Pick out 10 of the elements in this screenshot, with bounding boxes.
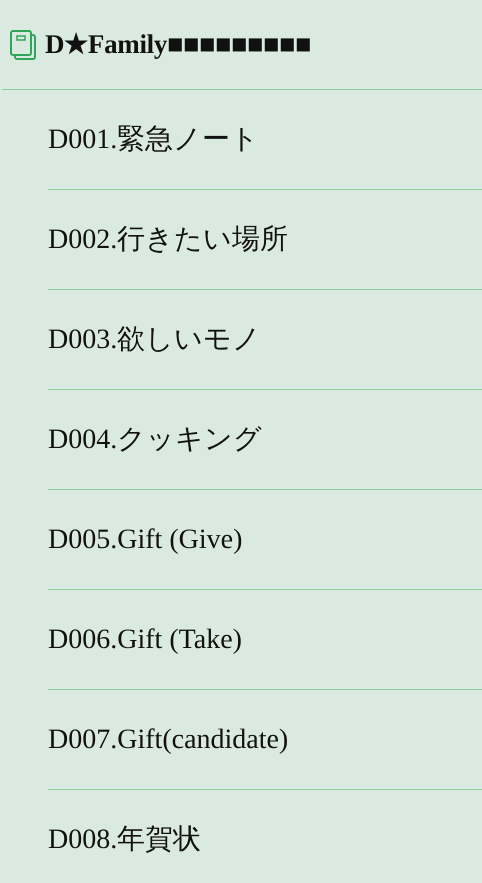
list-item[interactable]: D006.Gift (Take) (48, 618, 242, 660)
list-item[interactable]: D008.年賀状 (48, 819, 202, 861)
list-item[interactable]: D001.緊急ノート (48, 118, 260, 160)
list-item[interactable]: D003.欲しいモノ (48, 318, 262, 360)
list-title: D★Family■■■■■■■■■ (45, 28, 312, 62)
notebook-icon (9, 28, 37, 60)
list-item[interactable]: D004.クッキング (48, 418, 262, 460)
list-item[interactable]: D005.Gift (Give) (48, 518, 242, 560)
list-item[interactable]: D002.行きたい場所 (48, 218, 288, 260)
list-item[interactable]: D007.Gift(candidate) (48, 718, 288, 760)
